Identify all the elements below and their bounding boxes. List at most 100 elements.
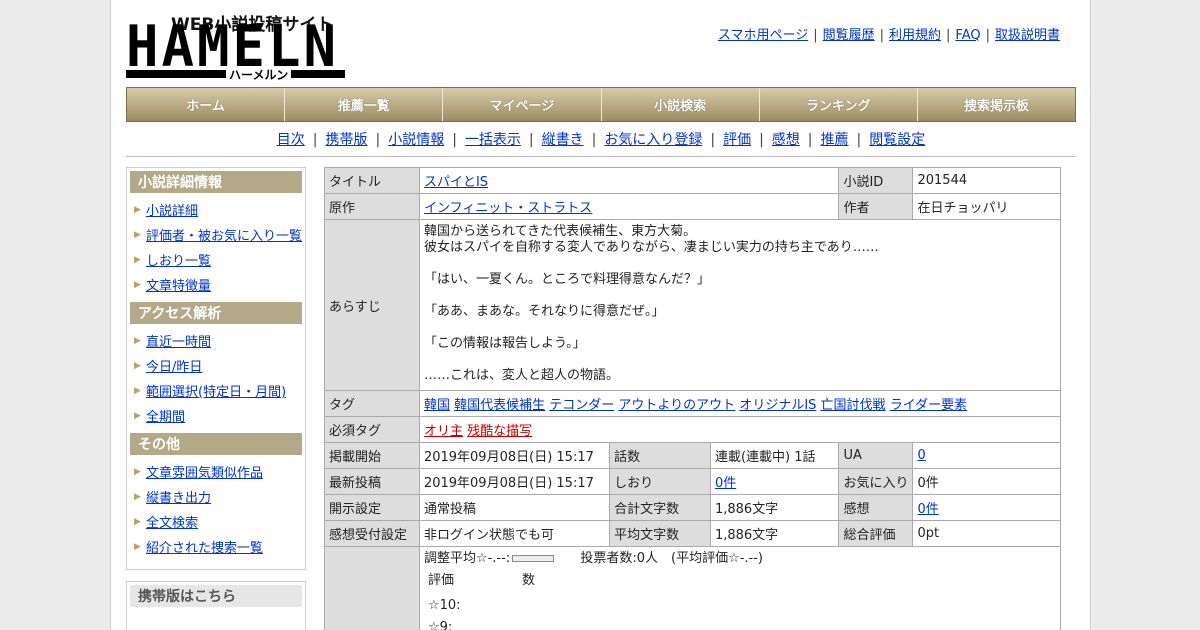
comments-label: 感想 [838,494,914,521]
link-manual[interactable]: 取扱説明書 [995,28,1060,43]
favorites-label: お気に入り [838,468,914,495]
subnav-comments[interactable]: 感想 [772,132,800,148]
tag-link[interactable]: オリジナルIS [739,398,816,413]
required-tag-link[interactable]: 残酷な描写 [467,424,532,439]
arrow-icon: ▶ [134,204,141,215]
sidebar-item-vertical-output[interactable]: ▶ 縦書き出力 [130,484,302,509]
novel-id-value: 201544 [912,167,1061,194]
subnav-favorite-add[interactable]: お気に入り登録 [604,132,702,148]
ua-label: UA [838,442,914,469]
subnav-all-display[interactable]: 一括表示 [465,132,521,148]
sidebar-item-today-yesterday[interactable]: ▶ 今日/昨日 [130,353,302,378]
arrow-icon: ▶ [134,279,141,290]
favorites-value: 0件 [912,468,1061,495]
link-smartphone[interactable]: スマホ用ページ [718,28,808,43]
link-faq[interactable]: FAQ [955,28,980,43]
tag-link[interactable]: ライダー要素 [890,398,967,413]
avg-chars-value: 1,886文字 [709,520,840,547]
sidebar-heading-access: アクセス解析 [130,302,302,324]
rating-star-9: ☆9: [427,620,453,630]
tag-link[interactable]: テコンダー [549,398,614,413]
sidebar-item-text-features[interactable]: ▶ 文章特徴量 [130,272,302,297]
rating-header: 評価数 [427,573,535,588]
subnav-rating[interactable]: 評価 [723,132,751,148]
tag-link[interactable]: 韓国 [424,398,450,413]
sidebar-item-range[interactable]: ▶ 範囲選択(特定日・月間) [130,378,302,403]
rating-bar [512,555,555,562]
total-rating-value: 0pt [912,520,1061,547]
novel-id-label: 小説ID [838,167,914,194]
novel-title-link[interactable]: スパイとIS [424,175,488,190]
hameln-logo[interactable]: WEB小説投稿サイト HAMELN ハーメルン [126,10,346,83]
nav-home[interactable]: ホーム [127,88,286,121]
arrow-icon: ▶ [134,254,141,265]
arrow-icon: ▶ [134,491,141,502]
subnav-view-settings[interactable]: 閲覧設定 [869,132,925,148]
rating-average: 調整平均☆-.--: [423,551,511,566]
total-chars-value: 1,886文字 [709,494,840,521]
divider [126,156,1076,157]
arrow-icon: ▶ [134,385,141,396]
tag-link[interactable]: 韓国代表候補生 [454,398,545,413]
novel-sub-nav: 目次 | 携帯版 | 小説情報 | 一括表示 | 縦書き | お気に入り登録 | 評価 | 感想 | 推薦 | 閲覧… [276,132,926,148]
novel-info-table-container: タイトル スパイとIS 小説ID 201544 原作 インフィニット・ストラトス… [324,167,1062,630]
tag-link[interactable]: アウトよりのアウト [618,398,735,413]
rating-detail: 調整平均☆-.--: 投票者数:0人 (平均評価☆-.--) 評価数 ☆10: … [418,546,1062,630]
ua-link[interactable]: 0 [917,448,925,463]
nav-search-board[interactable]: 捜索掲示板 [918,88,1075,121]
disclosure-label: 開示設定 [324,494,420,521]
sidebar-item-fulltext-search[interactable]: ▶ 全文検索 [130,509,302,534]
author-value: 在日チョッパリ [912,193,1061,220]
subnav-recommend[interactable]: 推薦 [821,132,849,148]
required-tags-label: 必須タグ [324,416,420,443]
title-label: タイトル [324,167,420,194]
sidebar-item-introduced-searches[interactable]: ▶ 紹介された捜索一覧 [130,534,302,559]
latest-post-value: 2019年09月08日(日) 15:17 [418,468,611,495]
nav-novel-search[interactable]: 小説検索 [602,88,760,121]
arrow-icon: ▶ [134,466,141,477]
published-value: 2019年09月08日(日) 15:17 [418,442,611,469]
arrow-icon: ▶ [134,541,141,552]
sidebar-item-similar[interactable]: ▶ 文章雰囲気類似作品 [130,459,302,484]
link-terms[interactable]: 利用規約 [889,28,941,43]
required-tags-list: オリ主 残酷な描写 [418,416,1062,443]
comments-link[interactable]: 0件 [917,502,938,517]
sidebar-heading-details: 小説詳細情報 [130,171,302,193]
mobile-version-box: 携帯版はこちら [126,581,306,630]
original-label: 原作 [324,193,420,220]
sidebar-item-all-time[interactable]: ▶ 全期間 [130,403,302,428]
sidebar-item-bookmarks[interactable]: ▶ しおり一覧 [130,247,302,272]
episodes-label: 話数 [609,442,711,469]
mobile-version-heading: 携帯版はこちら [130,585,302,607]
subnav-vertical[interactable]: 縦書き [542,132,584,148]
arrow-icon: ▶ [134,360,141,371]
episodes-value: 連載(連載中) 1話 [709,442,840,469]
rating-voters: 投票者数:0人 (平均評価☆-.--) [580,551,763,566]
subnav-toc[interactable]: 目次 [277,132,305,148]
link-history[interactable]: 閲覧履歴 [823,28,875,43]
arrow-icon: ▶ [134,229,141,240]
bookmark-link[interactable]: 0件 [715,476,736,491]
sidebar-menu: 小説詳細情報 ▶ 小説詳細 ▶ 評価者・被お気に入り一覧 ▶ しおり一覧 ▶ 文章特徴量… [126,167,306,570]
nav-ranking[interactable]: ランキング [760,88,918,121]
original-work-link[interactable]: インフィニット・ストラトス [424,201,592,216]
novel-info-table: タイトル スパイとIS 小説ID 201544 原作 インフィニット・ストラトス… [324,167,1062,630]
latest-post-label: 最新投稿 [324,468,420,495]
sidebar-item-raters[interactable]: ▶ 評価者・被お気に入り一覧 [130,222,302,247]
synopsis-label: あらすじ [324,219,420,391]
required-tag-link[interactable]: オリ主 [424,424,463,439]
sidebar-item-last-hour[interactable]: ▶ 直近一時間 [130,328,302,353]
comment-setting-value: 非ログイン状態でも可 [418,520,611,547]
subnav-novel-info[interactable]: 小説情報 [388,132,444,148]
sidebar-item-novel-details[interactable]: ▶ 小説詳細 [130,197,302,222]
rating-row-label [324,546,420,630]
nav-mypage[interactable]: マイページ [443,88,602,121]
nav-recommend-list[interactable]: 推薦一覧 [285,88,444,121]
tag-link[interactable]: 亡国討伐戦 [821,398,886,413]
avg-chars-label: 平均文字数 [609,520,711,547]
arrow-icon: ▶ [134,410,141,421]
subnav-mobile[interactable]: 携帯版 [325,132,367,148]
bookmark-label: しおり [609,468,711,495]
comment-setting-label: 感想受付設定 [324,520,420,547]
top-links: スマホ用ページ | 閲覧履歴 | 利用規約 | FAQ | 取扱説明書 [717,28,1060,43]
